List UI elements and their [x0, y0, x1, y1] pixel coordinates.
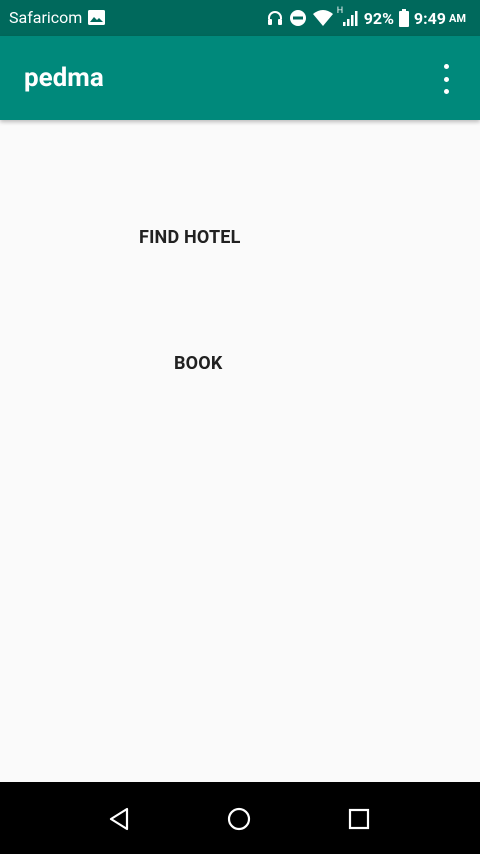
clock-ampm: AM: [448, 11, 466, 25]
app-title: pedma: [24, 63, 104, 93]
carrier-name: Safaricom: [9, 8, 83, 27]
menu-dot: [443, 64, 449, 69]
network-type: H: [336, 6, 344, 16]
signal-icon: [342, 11, 358, 26]
clock: 9:49: [413, 8, 446, 28]
headphones-icon: [267, 11, 282, 25]
gallery-icon: [88, 10, 105, 25]
recents-icon[interactable]: [346, 806, 372, 832]
status-icons: H 92% 9:49 AM: [266, 6, 466, 30]
more-vert-icon[interactable]: [436, 64, 456, 94]
do-not-disturb-icon: [289, 10, 306, 26]
status-bar: Safaricom H 92% 9:49 AM: [0, 0, 480, 36]
menu-dot: [443, 76, 449, 82]
back-icon[interactable]: [107, 806, 133, 832]
menu-dot: [443, 89, 449, 94]
wifi-icon: [312, 10, 333, 26]
home-icon[interactable]: [226, 806, 252, 832]
find-hotel-button[interactable]: FIND HOTEL: [139, 227, 241, 248]
app-bar: pedma: [0, 36, 480, 120]
book-button[interactable]: BOOK: [174, 353, 223, 374]
battery-percentage: 92%: [363, 8, 394, 28]
navigation-bar: [0, 782, 480, 854]
battery-icon: [398, 9, 409, 27]
